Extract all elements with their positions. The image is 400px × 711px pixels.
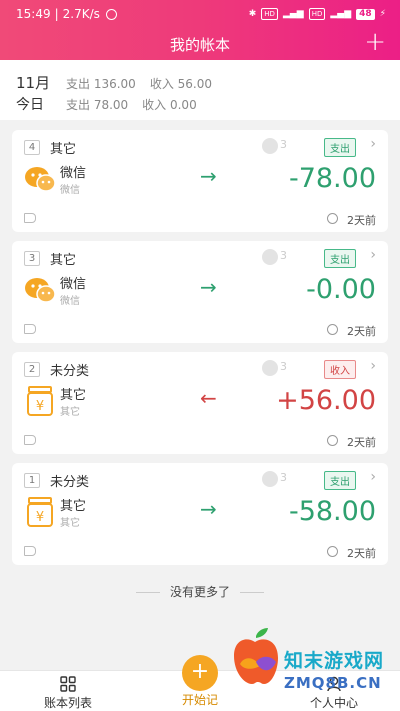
arrow-right-icon: → (200, 275, 217, 299)
user-avatar-icon (262, 249, 278, 265)
svg-text:¥: ¥ (36, 399, 44, 414)
record-time: 2天前 (347, 436, 376, 449)
record-category: 未分类 (50, 363, 90, 379)
wechat-icon (25, 167, 56, 192)
record-card[interactable]: 4 其它 3 支出 › 微信 微信 → -78.00 2天前 (12, 130, 388, 232)
arrow-left-icon: ← (200, 386, 217, 410)
page-title: 我的帐本 (169, 35, 230, 54)
account-name: 其它 (60, 499, 87, 514)
record-card[interactable]: 3 其它 3 支出 › 微信 微信 → -0.00 2天前 (12, 241, 388, 343)
signal-bars-icon-2: ▂▄▆ (330, 9, 352, 19)
watermark-text: 知末游戏网 (284, 650, 385, 672)
today-expense: 支出 78.00 (66, 98, 129, 112)
battery-icon: 48 (356, 8, 375, 20)
user-avatar-icon (262, 360, 278, 376)
tab-ledger-list[interactable]: 账本列表 (8, 676, 128, 711)
account-subname: 其它 (60, 407, 80, 418)
today-summary: 今日 支出 78.00 收入 0.00 (16, 94, 384, 114)
user-name-masked: 3 (280, 360, 287, 373)
start-record-button[interactable]: + (182, 655, 218, 691)
signal-bars-icon: ▂▄▆ (282, 9, 304, 19)
chevron-right-icon[interactable]: › (370, 247, 376, 263)
record-number: 2 (24, 361, 40, 377)
record-time: 2天前 (347, 547, 376, 560)
clock-icon (327, 213, 338, 224)
account-subname: 微信 (60, 296, 80, 307)
today-income: 收入 0.00 (142, 98, 197, 112)
apple-logo-icon (234, 628, 278, 684)
wechat-icon (25, 278, 56, 303)
svg-text:¥: ¥ (36, 510, 44, 525)
cash-jar-icon: ¥ (27, 386, 53, 416)
hd-signal-icon-2: HD (308, 8, 326, 20)
clock-icon (327, 435, 338, 446)
record-category: 其它 (50, 141, 77, 157)
watermark-url: ZMQ8B.CN (284, 674, 382, 692)
status-time: 15:49 (16, 7, 51, 21)
type-badge: 收入 (324, 360, 356, 379)
record-number: 4 (24, 139, 40, 155)
tag-icon[interactable] (24, 546, 36, 556)
record-number: 1 (24, 472, 40, 488)
user-avatar-icon (262, 471, 278, 487)
status-bar: 15:49 | 2.7K/s ✱ HD ▂▄▆ HD ▂▄▆ 48 ⚡ (16, 7, 386, 21)
add-record-button[interactable]: + (364, 29, 386, 55)
record-card[interactable]: 1 未分类 3 支出 › ¥ 其它 其它 → -58.00 2天前 (12, 463, 388, 565)
record-category: 未分类 (50, 474, 90, 490)
cash-jar-icon: ¥ (27, 497, 53, 527)
account-name: 微信 (60, 166, 87, 181)
grid-icon (60, 676, 76, 692)
record-card[interactable]: 2 未分类 3 收入 › ¥ 其它 其它 ← +56.00 2天前 (12, 352, 388, 454)
hd-signal-icon: HD (261, 8, 278, 20)
month-expense: 支出 136.00 (66, 77, 136, 91)
clock-icon (327, 324, 338, 335)
alarm-icon (105, 8, 117, 20)
charging-icon: ⚡ (379, 9, 386, 19)
record-number: 3 (24, 250, 40, 266)
app-header: 15:49 | 2.7K/s ✱ HD ▂▄▆ HD ▂▄▆ 48 ⚡ 我的帐本… (0, 0, 400, 60)
month-income: 收入 56.00 (149, 77, 212, 91)
arrow-right-icon: → (200, 497, 217, 521)
record-time: 2天前 (347, 325, 376, 338)
user-name-masked: 3 (280, 471, 287, 484)
summary-panel: 11月 支出 136.00 收入 56.00 今日 支出 78.00 收入 0.… (0, 60, 400, 120)
account-name: 其它 (60, 388, 87, 403)
type-badge: 支出 (324, 138, 356, 157)
account-subname: 微信 (60, 185, 80, 196)
tag-icon[interactable] (24, 324, 36, 334)
arrow-right-icon: → (200, 164, 217, 188)
watermark: 知末游戏网 ZMQ8B.CN (232, 626, 400, 698)
month-summary: 11月 支出 136.00 收入 56.00 (16, 72, 384, 92)
chevron-right-icon[interactable]: › (370, 469, 376, 485)
type-badge: 支出 (324, 471, 356, 490)
record-amount: -58.00 (288, 496, 376, 527)
record-category: 其它 (50, 252, 77, 268)
tag-icon[interactable] (24, 213, 36, 223)
user-name-masked: 3 (280, 138, 287, 151)
record-time: 2天前 (347, 214, 376, 227)
network-speed: 2.7K/s (62, 7, 100, 21)
today-label: 今日 (16, 97, 44, 113)
chevron-right-icon[interactable]: › (370, 358, 376, 374)
chevron-right-icon[interactable]: › (370, 136, 376, 152)
user-name-masked: 3 (280, 249, 287, 262)
record-amount: -0.00 (306, 274, 376, 305)
user-avatar-icon (262, 138, 278, 154)
no-more-indicator: 没有更多了 (0, 583, 400, 600)
tab-ledger-list-label: 账本列表 (43, 696, 92, 710)
tab-profile-label: 个人中心 (309, 696, 358, 710)
account-name: 微信 (60, 277, 87, 292)
record-amount: +56.00 (276, 385, 376, 416)
type-badge: 支出 (324, 249, 356, 268)
month-label: 11月 (16, 74, 51, 92)
record-amount: -78.00 (288, 163, 376, 194)
bluetooth-icon: ✱ (248, 9, 257, 19)
tab-start-record-label: 开始记 (181, 693, 218, 707)
clock-icon (327, 546, 338, 557)
account-subname: 其它 (60, 518, 80, 529)
tag-icon[interactable] (24, 435, 36, 445)
